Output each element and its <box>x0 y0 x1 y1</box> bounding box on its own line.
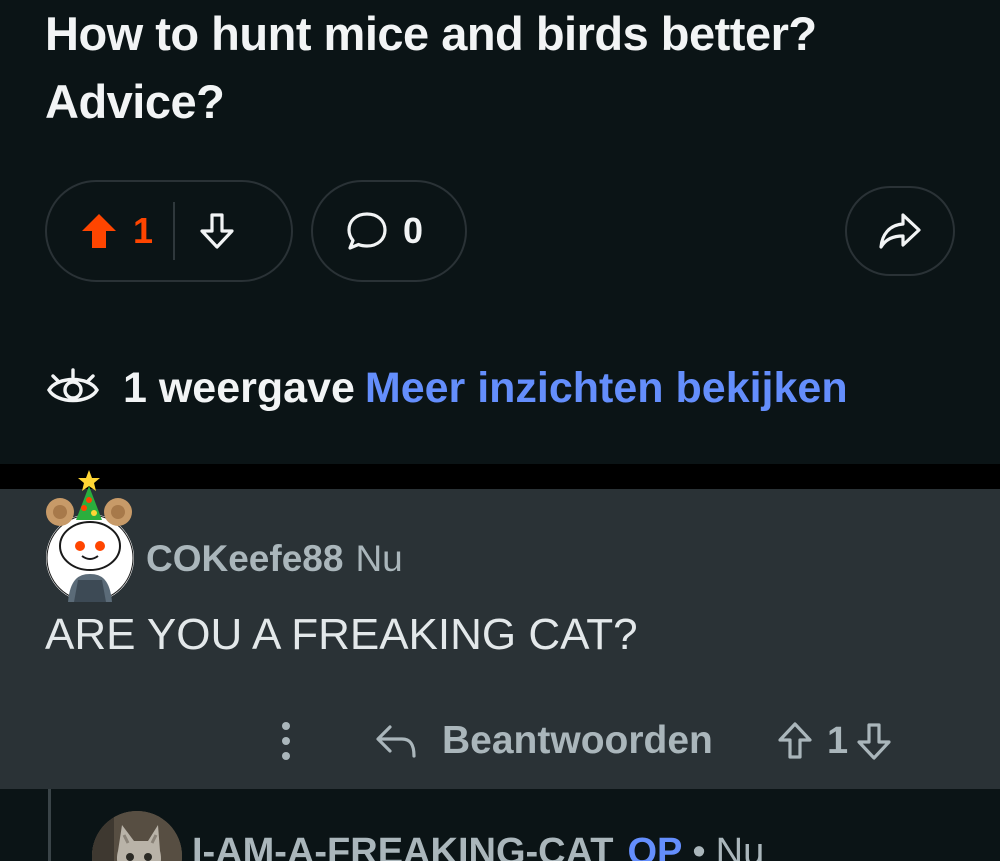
vote-divider <box>173 202 176 260</box>
upvote-icon[interactable] <box>79 211 119 251</box>
insights-link[interactable]: Meer inzichten bekijken <box>365 364 848 413</box>
views-row: 1 weergave Meer inzichten bekijken <box>45 358 848 418</box>
reply-button[interactable]: Beantwoorden <box>374 716 713 766</box>
reply-label: Beantwoorden <box>442 719 713 762</box>
comment-time: Nu <box>355 538 403 579</box>
section-divider <box>0 464 1000 489</box>
share-button[interactable] <box>845 186 955 276</box>
reply-author[interactable]: I-AM-A-FREAKING-CAT <box>192 831 613 861</box>
reply-time: Nu <box>715 831 765 861</box>
reply-meta: I-AM-A-FREAKING-CAT OP • Nu <box>192 831 764 861</box>
upvote-icon[interactable] <box>775 720 815 762</box>
cat-photo-avatar[interactable] <box>92 811 182 861</box>
comment-score: 1 <box>827 719 849 762</box>
eye-icon <box>45 366 101 410</box>
vote-bar: 1 <box>45 180 293 282</box>
avatar[interactable] <box>44 468 134 602</box>
comment-vote: 1 <box>775 716 894 766</box>
downvote-icon[interactable] <box>854 720 894 762</box>
post-score: 1 <box>133 210 154 251</box>
reply-thread: I-AM-A-FREAKING-CAT OP • Nu <box>0 789 1000 861</box>
post: How to hunt mice and birds better? Advic… <box>0 0 1000 464</box>
views-count: 1 weergave <box>123 363 355 412</box>
thread-line[interactable] <box>48 789 51 861</box>
comments-button[interactable]: 0 <box>311 180 467 282</box>
comment-author[interactable]: COKeefe88 <box>146 538 343 580</box>
comment-actions: Beantwoorden 1 <box>0 710 1000 770</box>
share-arrow-icon <box>877 211 923 251</box>
comment-count: 0 <box>403 210 424 251</box>
comment-meta: COKeefe88 Nu <box>146 537 403 581</box>
reply-arrow-icon <box>374 722 418 760</box>
comment-body: ARE YOU A FREAKING CAT? <box>45 610 638 659</box>
downvote-icon[interactable] <box>197 211 237 251</box>
comment-bubble-icon <box>345 210 389 252</box>
op-badge: OP <box>627 831 683 861</box>
more-vertical-icon[interactable] <box>270 718 302 764</box>
post-title: How to hunt mice and birds better? Advic… <box>45 7 817 128</box>
meta-separator: • <box>692 831 706 861</box>
